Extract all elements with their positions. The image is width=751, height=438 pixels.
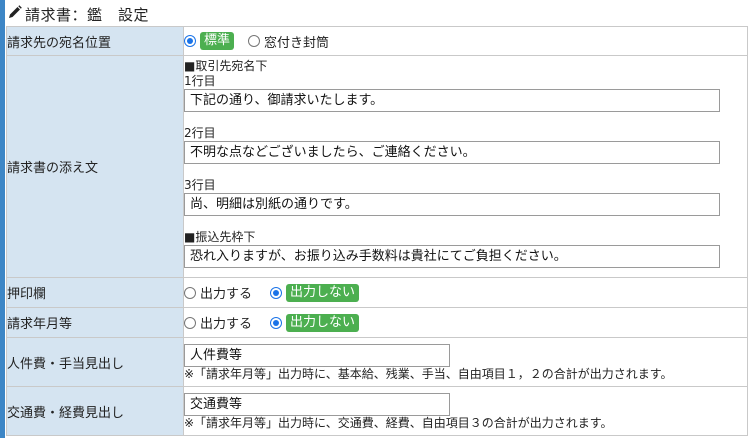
radio-standard[interactable] [184,35,196,47]
option-standard-label[interactable]: 標準 [200,32,235,50]
line3-label: 3行目 [184,178,216,192]
option-window-envelope-label[interactable]: 窓付き封筒 [264,32,329,51]
line3-input[interactable]: 尚、明細は別紙の通りです。 [184,193,720,216]
radio-window-envelope[interactable] [248,35,261,47]
bank-note-input[interactable]: 恐れ入りますが、お振り込み手数料は貴社にてご負担ください。 [184,245,720,268]
section-recipient-below: ■取引先宛名下 [184,59,268,73]
line1-input[interactable]: 下記の通り、御請求いたします。 [184,89,720,112]
left-accent-bar [0,0,5,438]
year-month-no-output-label[interactable]: 出力しない [286,313,360,332]
page-header: 請求書：鑑 設定 [8,3,149,25]
personnel-heading-label: 人件費・手当見出し [6,337,184,387]
settings-table: 請求先の宛名位置 標準 窓付き封筒 請求書の添え文 ■取引先宛名下 1行目 下記… [6,26,748,436]
personnel-heading-input[interactable]: 人件費等 [184,343,450,367]
row-seal: 押印欄 出力する 出力しない [6,277,748,308]
line1-label: 1行目 [184,74,216,88]
year-month-output-label[interactable]: 出力する [200,313,252,332]
line2-label: 2行目 [184,126,216,140]
seal-output-label[interactable]: 出力する [200,283,252,302]
seal-no-output-label[interactable]: 出力しない [286,283,360,302]
row-personnel-heading: 人件費・手当見出し 人件費等 ※「請求年月等」出力時に、基本給、残業、手当、自由… [6,337,748,387]
attachment-text-label: 請求書の添え文 [6,55,184,278]
transport-heading-label: 交通費・経費見出し [6,386,184,436]
row-attachment-text: 請求書の添え文 ■取引先宛名下 1行目 下記の通り、御請求いたします。 2行目 … [6,55,748,278]
personnel-note: ※「請求年月等」出力時に、基本給、残業、手当、自由項目１，２の合計が出力されます… [184,366,673,381]
transport-heading-input[interactable]: 交通費等 [184,392,450,416]
page-title: 請求書：鑑 設定 [25,5,150,24]
row-address-position: 請求先の宛名位置 標準 窓付き封筒 [6,26,748,56]
radio-year-month-output[interactable] [184,316,196,329]
seal-label: 押印欄 [6,277,184,308]
radio-seal-output[interactable] [184,286,196,299]
year-month-label: 請求年月等 [6,307,184,338]
pencil-icon [8,5,25,23]
transport-note: ※「請求年月等」出力時に、交通費、経費、自由項目３の合計が出力されます。 [184,415,613,430]
section-bank-below: ■振込先枠下 [184,230,256,244]
row-year-month: 請求年月等 出力する 出力しない [6,307,748,338]
line2-input[interactable]: 不明な点などございましたら、ご連絡ください。 [184,141,720,164]
radio-year-month-no-output[interactable] [270,316,283,329]
address-position-label: 請求先の宛名位置 [6,26,184,56]
radio-seal-no-output[interactable] [270,286,283,299]
row-transport-heading: 交通費・経費見出し 交通費等 ※「請求年月等」出力時に、交通費、経費、自由項目３… [6,386,748,436]
